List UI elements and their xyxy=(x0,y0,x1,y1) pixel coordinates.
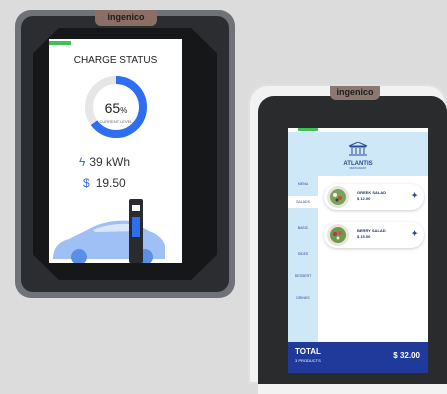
brand-label: ingenico xyxy=(95,10,157,26)
brand-label: ingenico xyxy=(330,86,380,100)
sidebar-item-dessert[interactable]: DESSERT xyxy=(288,274,318,278)
product-price: $ 15.00 xyxy=(357,234,371,239)
sidebar-item-sides[interactable]: SIDES xyxy=(288,252,318,256)
restaurant-kiosk-terminal: ingenico ATLANTIS RESTAURANT MENU SALADS xyxy=(248,84,447,394)
restaurant-subtitle: RESTAURANT xyxy=(349,167,367,170)
product-card[interactable]: BERRY SALAD $ 15.00 ✦ xyxy=(324,222,424,248)
percent-value: 65 xyxy=(104,100,121,116)
status-indicator-bar xyxy=(298,128,318,131)
percent-sign: % xyxy=(120,106,128,115)
sidebar-item-basic[interactable]: BASIC xyxy=(288,226,318,230)
berry-salad-image xyxy=(327,224,349,246)
screen-title: CHARGE STATUS xyxy=(73,55,158,66)
charge-status-screen: CHARGE STATUS 65% CURRENT LEVEL ϟ 39 kWh … xyxy=(49,39,182,263)
cost-readout: $19.50 xyxy=(83,176,126,190)
charger-display xyxy=(132,217,140,237)
status-indicator-bar xyxy=(49,41,71,45)
greek-salad-image xyxy=(327,186,349,208)
percent-caption: CURRENT LEVEL xyxy=(99,119,133,124)
category-sidebar: MENU SALADS BASIC SIDES DESSERT DRINKS xyxy=(288,176,318,346)
restaurant-logo: ATLANTIS RESTAURANT xyxy=(338,141,378,172)
terminal-base xyxy=(258,384,447,394)
product-name: BERRY SALAD xyxy=(357,228,386,233)
add-product-button[interactable]: ✦ xyxy=(411,191,418,200)
energy-value: 39 kWh xyxy=(89,155,131,169)
charge-percent: 65% xyxy=(84,100,148,116)
sidebar-item-menu[interactable]: MENU xyxy=(288,182,318,186)
temple-icon xyxy=(348,141,368,156)
sidebar-item-drinks[interactable]: DRINKS xyxy=(288,296,318,300)
cost-value: 19.50 xyxy=(95,176,126,190)
total-value: $ 32.00 xyxy=(393,351,420,360)
order-total-bar[interactable]: TOTAL 3 PRODUCTS $ 32.00 xyxy=(288,342,428,373)
lightning-icon: ϟ xyxy=(79,155,86,169)
product-card[interactable]: GREEK SALAD $ 12.00 ✦ xyxy=(324,184,424,210)
car-and-charger-illustration xyxy=(49,199,182,263)
dollar-icon: $ xyxy=(83,176,90,190)
menu-screen: ATLANTIS RESTAURANT MENU SALADS BASIC SI… xyxy=(288,128,428,373)
menu-header: ATLANTIS RESTAURANT xyxy=(288,132,428,176)
energy-readout: ϟ 39 kWh xyxy=(79,155,130,169)
sidebar-item-salads[interactable]: SALADS xyxy=(288,196,318,208)
product-price: $ 12.00 xyxy=(357,196,371,201)
product-count: 3 PRODUCTS xyxy=(295,358,321,363)
total-label: TOTAL xyxy=(295,347,321,356)
charger-bolt-icon xyxy=(132,205,140,211)
product-name: GREEK SALAD xyxy=(357,190,387,195)
add-product-button[interactable]: ✦ xyxy=(411,229,418,238)
